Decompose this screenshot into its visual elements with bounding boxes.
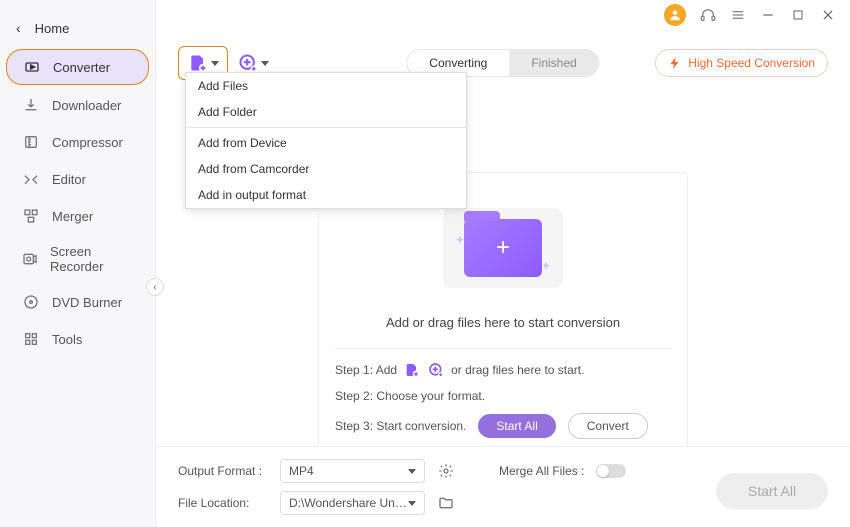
tools-icon xyxy=(22,330,40,348)
sidebar-item-label: Compressor xyxy=(52,135,123,150)
dropdown-add-from-device[interactable]: Add from Device xyxy=(186,130,466,156)
headset-icon[interactable] xyxy=(700,7,716,23)
output-format-label: Output Format : xyxy=(178,464,268,478)
convert-button[interactable]: Convert xyxy=(568,413,648,439)
merge-label: Merge All Files : xyxy=(499,464,584,478)
add-file-dropdown: Add Files Add Folder Add from Device Add… xyxy=(185,72,467,209)
sidebar-item-label: Downloader xyxy=(52,98,121,113)
tab-finished[interactable]: Finished xyxy=(509,50,598,76)
sidebar-item-editor[interactable]: Editor xyxy=(6,162,149,196)
sidebar-item-label: Screen Recorder xyxy=(50,244,133,274)
sidebar-item-label: Editor xyxy=(52,172,86,187)
chevron-down-icon xyxy=(408,469,416,474)
sidebar-item-converter[interactable]: Converter xyxy=(6,49,149,85)
dropdown-add-in-output-format[interactable]: Add in output format xyxy=(186,182,466,208)
chevron-down-icon xyxy=(261,61,269,66)
merge-toggle[interactable] xyxy=(596,464,626,478)
home-label: Home xyxy=(35,21,70,36)
output-format-select[interactable]: MP4 xyxy=(280,459,425,483)
user-avatar-icon[interactable] xyxy=(664,4,686,26)
converter-icon xyxy=(23,58,41,76)
dropdown-add-from-camcorder[interactable]: Add from Camcorder xyxy=(186,156,466,182)
step-3: Step 3: Start conversion. Start All Conv… xyxy=(335,413,671,439)
file-location-label: File Location: xyxy=(178,496,268,510)
start-all-button[interactable]: Start All xyxy=(478,414,555,438)
title-bar xyxy=(650,0,850,30)
recorder-icon xyxy=(22,250,38,268)
sidebar-item-dvd-burner[interactable]: DVD Burner xyxy=(6,285,149,319)
close-icon[interactable] xyxy=(820,7,836,23)
sidebar-item-label: Converter xyxy=(53,60,110,75)
sidebar: ‹ Home Converter Downloader Compressor E… xyxy=(0,0,156,527)
dropzone-text: Add or drag files here to start conversi… xyxy=(335,315,671,330)
open-folder-icon[interactable] xyxy=(437,494,455,512)
step-2: Step 2: Choose your format. xyxy=(335,389,671,403)
minimize-icon[interactable] xyxy=(760,7,776,23)
sidebar-item-tools[interactable]: Tools xyxy=(6,322,149,356)
add-file-icon xyxy=(187,53,209,73)
merger-icon xyxy=(22,207,40,225)
add-file-icon[interactable] xyxy=(403,361,421,379)
chevron-down-icon xyxy=(211,61,219,66)
bottom-bar: Output Format : MP4 Merge All Files : Fi… xyxy=(156,446,850,527)
sidebar-item-screen-recorder[interactable]: Screen Recorder xyxy=(6,236,149,282)
sidebar-item-label: Merger xyxy=(52,209,93,224)
dropdown-add-files[interactable]: Add Files xyxy=(186,73,466,99)
download-icon xyxy=(22,96,40,114)
lightning-icon xyxy=(668,56,682,70)
sidebar-item-downloader[interactable]: Downloader xyxy=(6,88,149,122)
editor-icon xyxy=(22,170,40,188)
sidebar-item-merger[interactable]: Merger xyxy=(6,199,149,233)
chevron-left-icon: ‹ xyxy=(16,20,21,36)
step-1: Step 1: Add or drag files here to start. xyxy=(335,361,671,379)
dropzone-illustration: ✦ + ✦ xyxy=(335,193,671,303)
home-link[interactable]: ‹ Home xyxy=(0,10,155,46)
folder-icon: + xyxy=(464,219,542,277)
add-folder-icon xyxy=(237,53,259,73)
high-speed-conversion-button[interactable]: High Speed Conversion xyxy=(655,49,828,77)
start-all-main-button[interactable]: Start All xyxy=(716,473,828,509)
sidebar-item-label: Tools xyxy=(52,332,82,347)
file-location-select[interactable]: D:\Wondershare UniConverter 1 xyxy=(280,491,425,515)
disc-icon xyxy=(22,293,40,311)
sidebar-item-compressor[interactable]: Compressor xyxy=(6,125,149,159)
add-folder-icon[interactable] xyxy=(427,361,445,379)
sidebar-item-label: DVD Burner xyxy=(52,295,122,310)
chevron-down-icon xyxy=(408,501,416,506)
menu-icon[interactable] xyxy=(730,7,746,23)
dropdown-add-folder[interactable]: Add Folder xyxy=(186,99,466,125)
high-speed-label: High Speed Conversion xyxy=(688,56,815,70)
maximize-icon[interactable] xyxy=(790,7,806,23)
dropdown-separator xyxy=(186,127,466,128)
dropzone[interactable]: ✦ + ✦ Add or drag files here to start co… xyxy=(318,172,688,470)
settings-icon[interactable] xyxy=(437,462,455,480)
compress-icon xyxy=(22,133,40,151)
